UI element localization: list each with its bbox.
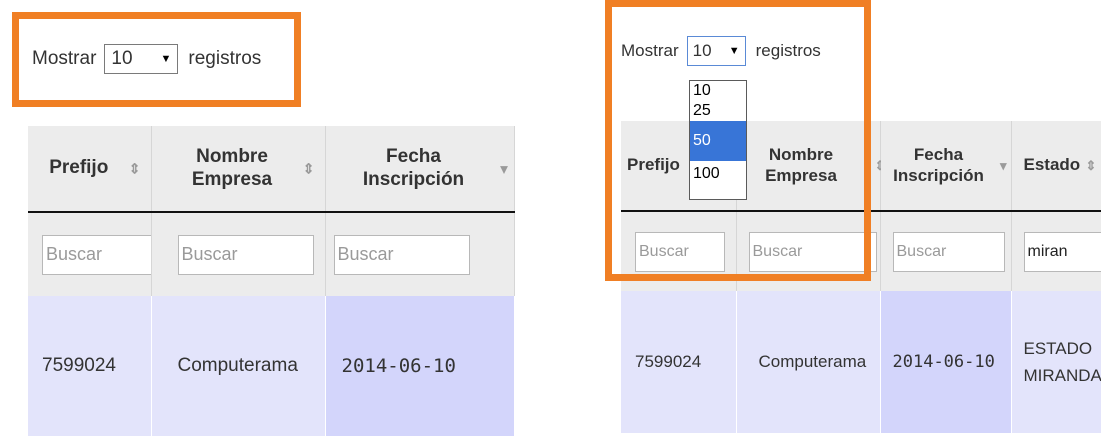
column-label: Estado <box>1023 155 1081 175</box>
dropdown-arrow-icon: ▼ <box>160 53 172 65</box>
cell-fecha: 2014-06-10 <box>880 291 1012 433</box>
cell-nombre-empresa: Computerama <box>151 296 326 436</box>
table-row[interactable]: 7599024 Computerama 2014-06-10 ESTADO MI… <box>621 291 1101 433</box>
page-length-select[interactable]: 10 ▼ <box>104 44 179 74</box>
column-label: Prefijo <box>49 157 109 179</box>
filter-input-nombre-empresa[interactable]: Buscar <box>177 234 314 275</box>
table-row[interactable]: 7599024 Computerama 2014-06-10 <box>28 296 515 436</box>
dropdown-arrow-icon: ▼ <box>728 45 740 57</box>
filter-input-prefijo[interactable]: Buscar <box>42 234 153 275</box>
dropdown-option-highlighted[interactable]: 50 <box>690 121 746 161</box>
filter-row: Buscar Buscar Buscar <box>28 212 515 296</box>
filter-cell: Buscar <box>880 211 1012 291</box>
length-suffix: registros <box>188 48 262 69</box>
filter-cell: Buscar <box>28 212 153 296</box>
header-row: Prefijo ⇕ Nombre Empresa ⇕ Fecha Inscrip… <box>28 126 515 213</box>
sort-both-icon: ⇕ <box>302 160 315 177</box>
sort-desc-icon: ▾ <box>999 157 1007 173</box>
filter-cell: Buscar <box>325 212 515 296</box>
page-length-value: 10 <box>111 48 133 69</box>
sort-desc-icon: ▾ <box>500 160 508 177</box>
length-suffix: registros <box>755 41 821 60</box>
results-table: Prefijo ⇕ Nombre Empresa ⇕ Fecha Inscrip… <box>28 126 515 436</box>
dropdown-option[interactable]: 25 <box>690 101 746 121</box>
sort-both-icon: ⇕ <box>1085 157 1097 173</box>
length-prefix: Mostrar <box>621 41 679 60</box>
length-menu: Mostrar 10 ▼ registros <box>621 36 821 66</box>
column-label: Fecha Inscripción <box>362 145 465 190</box>
page-length-value: 10 <box>692 41 712 60</box>
cell-prefijo: 7599024 <box>621 291 737 433</box>
column-header-nombre-empresa[interactable]: Nombre Empresa ⇕ <box>151 126 326 213</box>
dropdown-option[interactable]: 10 <box>690 81 746 101</box>
filter-input-estado[interactable]: miran <box>1023 231 1101 272</box>
length-menu: Mostrar 10 ▼ registros <box>32 44 261 74</box>
cell-fecha: 2014-06-10 <box>325 296 515 436</box>
sort-both-icon: ⇕ <box>128 160 141 177</box>
cell-estado: ESTADO MIRANDA <box>1011 291 1101 433</box>
column-label: Nombre Empresa <box>191 145 273 190</box>
left-panel: Mostrar 10 ▼ registros Prefijo ⇕ Nombre … <box>0 0 520 446</box>
dropdown-option[interactable]: 100 <box>690 161 746 199</box>
column-header-fecha-inscripcion[interactable]: Fecha Inscripción ▾ <box>325 126 515 213</box>
filter-cell: miran <box>1011 211 1101 291</box>
column-header-prefijo[interactable]: Prefijo ⇕ <box>28 126 152 213</box>
page-length-select[interactable]: 10 ▼ <box>686 36 746 66</box>
right-panel: Prefijo ⇕ Nombre Empresa ⇕ Fecha Inscrip… <box>600 0 1101 446</box>
cell-nombre-empresa: Computerama <box>736 291 881 433</box>
column-header-fecha-inscripcion[interactable]: Fecha Inscripción ▾ <box>880 121 1012 212</box>
cell-prefijo: 7599024 <box>28 296 152 436</box>
length-prefix: Mostrar <box>32 48 97 69</box>
column-header-estado[interactable]: Estado ⇕ <box>1011 121 1101 212</box>
column-label: Fecha Inscripción <box>893 145 984 185</box>
filter-input-fecha[interactable]: Buscar <box>892 231 1005 272</box>
filter-cell: Buscar <box>151 212 326 296</box>
page-length-dropdown: 10 25 50 100 <box>689 80 747 200</box>
filter-input-fecha[interactable]: Buscar <box>333 234 470 275</box>
